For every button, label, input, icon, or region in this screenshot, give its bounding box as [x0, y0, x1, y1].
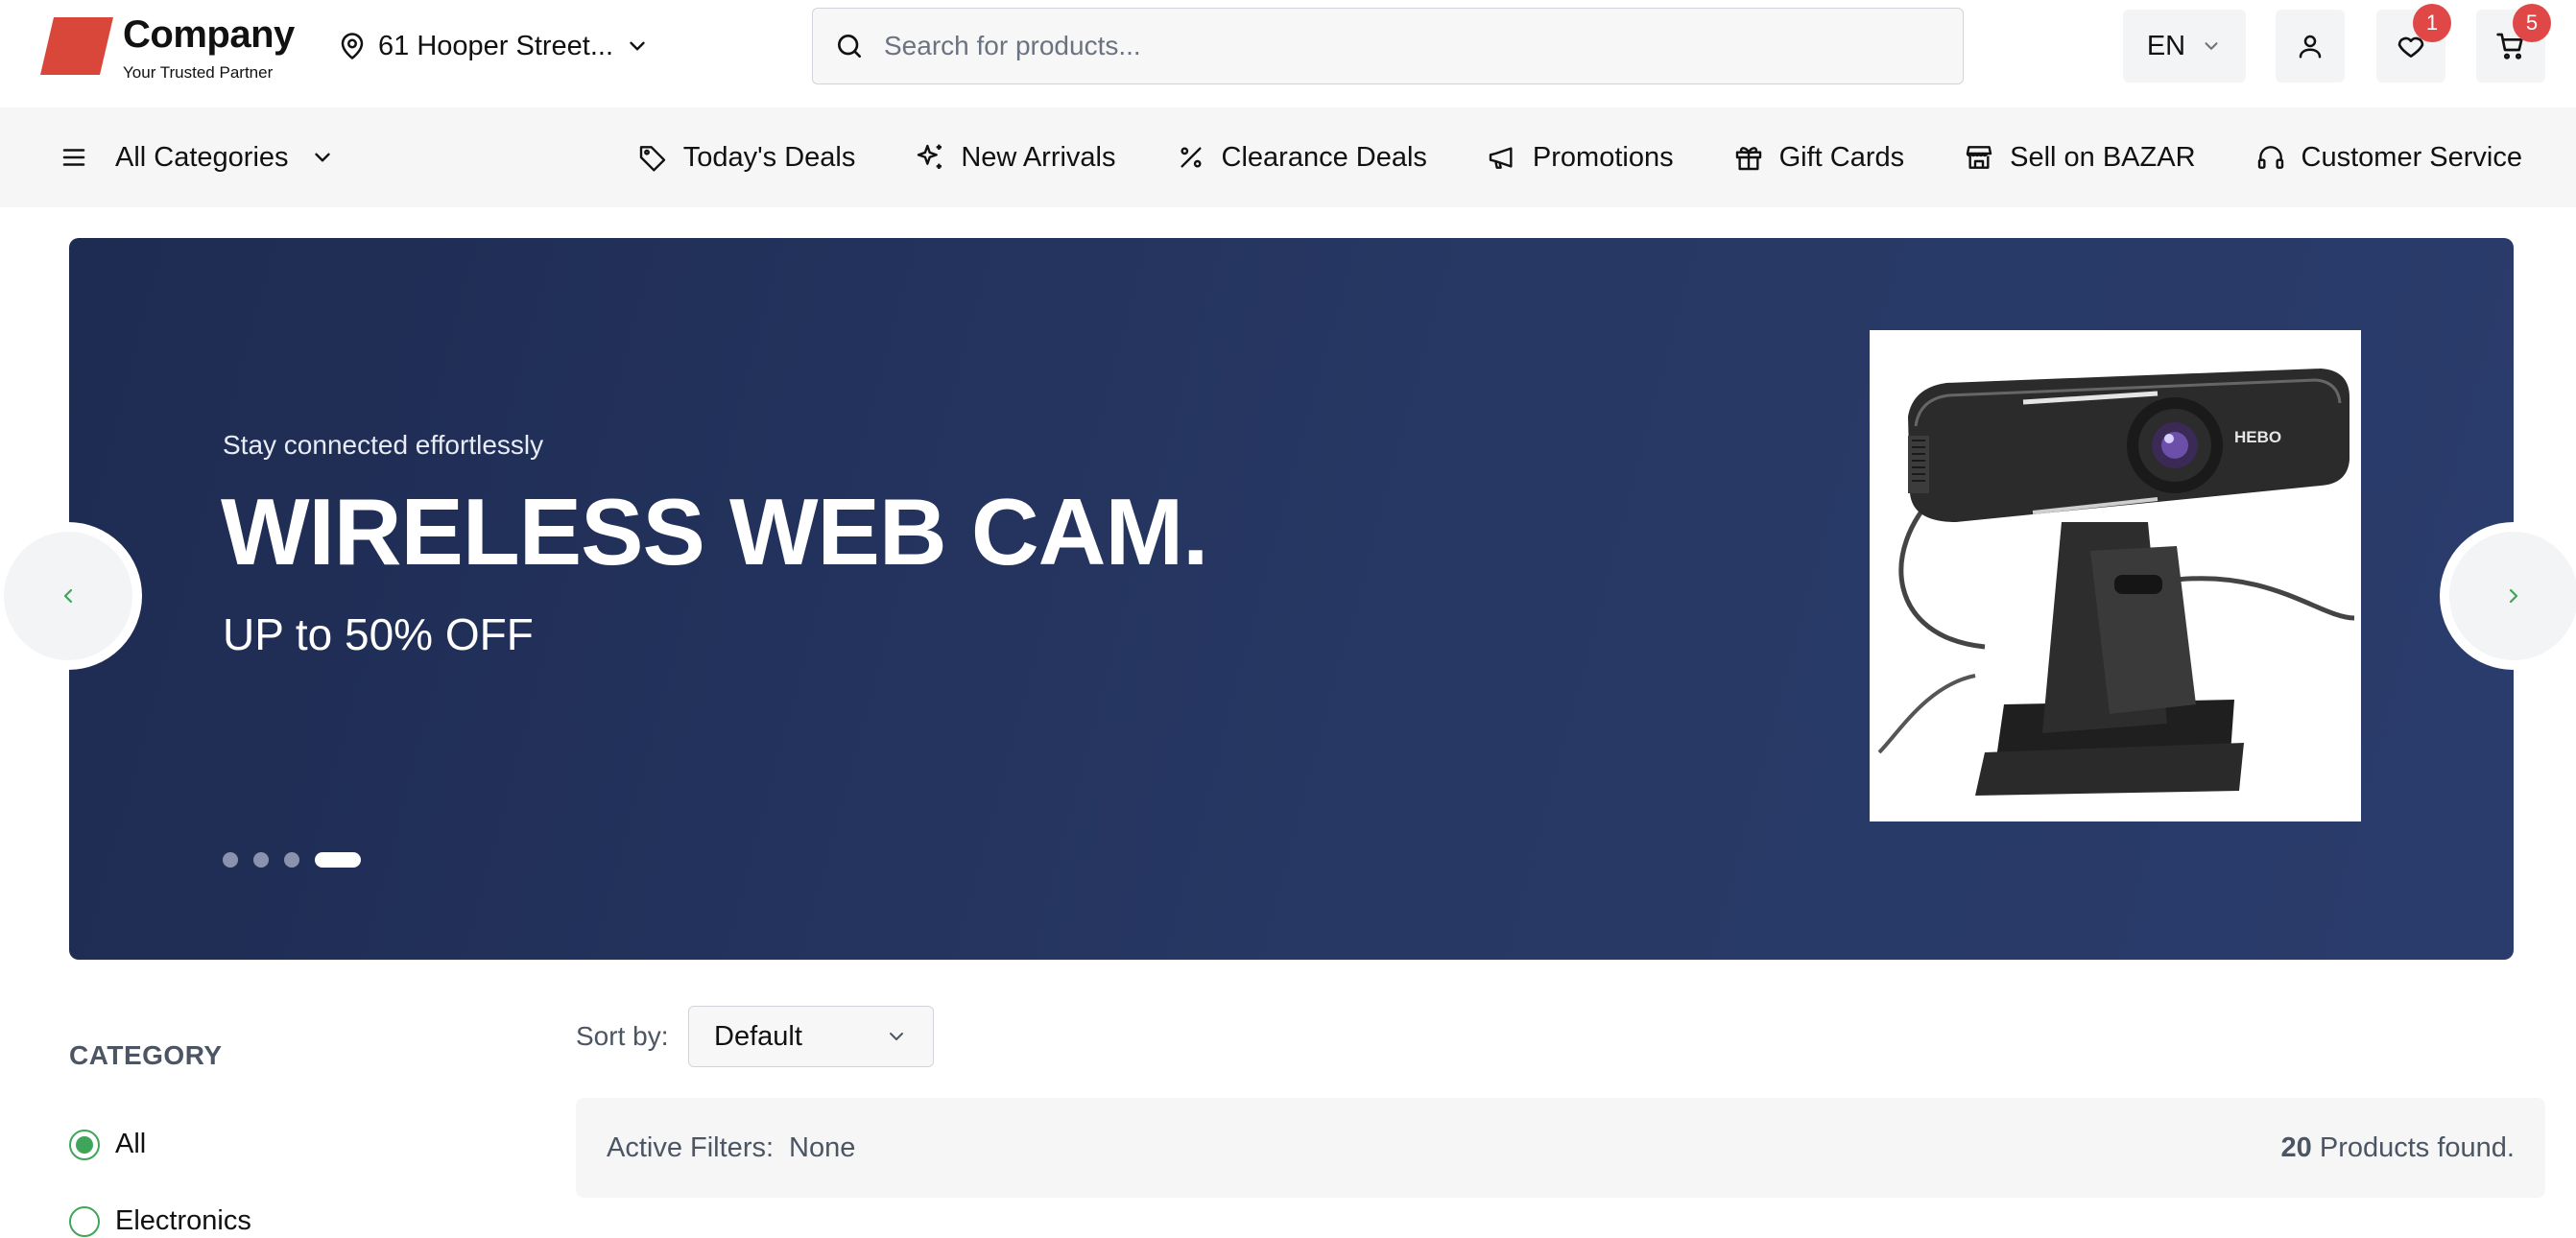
header: Company Your Trusted Partner 61 Hooper S…	[0, 0, 2576, 107]
nav-link-label: Sell on BAZAR	[2010, 141, 2196, 173]
products-found-label: Products found.	[2319, 1132, 2515, 1163]
category-option-electronics[interactable]: Electronics	[69, 1205, 251, 1237]
active-filters-label: Active Filters:	[607, 1132, 775, 1163]
active-filters-bar: Active Filters: None 20 Products found.	[576, 1098, 2545, 1198]
category-navbar: All Categories Today's Deals New Arrival…	[0, 107, 2576, 207]
tag-icon	[639, 146, 665, 172]
language-selector[interactable]: EN	[2123, 10, 2246, 83]
hero-title: WIRELESS WEB CAM.	[221, 479, 1208, 584]
megaphone-icon	[1489, 147, 1513, 169]
nav-link-label: Clearance Deals	[1221, 141, 1427, 173]
radio-selected[interactable]	[69, 1129, 100, 1160]
wishlist-button[interactable]: 1	[2376, 4, 2451, 83]
logo[interactable]: Company Your Trusted Partner	[38, 13, 309, 84]
search-icon[interactable]	[834, 31, 865, 61]
sort-value: Default	[714, 1020, 802, 1052]
category-option-label: All	[115, 1129, 147, 1159]
store-icon	[1966, 146, 1992, 169]
language-code: EN	[2146, 30, 2186, 61]
nav-link-label: Customer Service	[2301, 141, 2522, 173]
user-icon	[2299, 35, 2322, 59]
category-option-label: Electronics	[115, 1205, 251, 1236]
sort-select[interactable]: Default	[688, 1006, 934, 1067]
sort-label: Sort by:	[576, 1021, 669, 1051]
nav-link-todays-deals[interactable]: Today's Deals	[637, 141, 856, 174]
location-text: 61 Hooper Street...	[378, 30, 614, 61]
headset-icon	[2257, 146, 2283, 169]
chevron-right-icon	[2509, 588, 2518, 604]
hero-offer: UP to 50% OFF	[223, 609, 534, 659]
products-found: 20 Products found.	[2281, 1132, 2515, 1164]
chevron-down-icon	[314, 153, 330, 162]
account-button[interactable]	[2276, 10, 2345, 83]
sparkles-icon	[918, 144, 942, 169]
category-option-all[interactable]: All	[69, 1129, 146, 1160]
carousel-dot[interactable]	[253, 852, 269, 868]
cart-button[interactable]: 5	[2476, 4, 2551, 83]
chevron-down-icon	[2205, 42, 2218, 50]
nav-link-sell-on-bazar[interactable]: Sell on BAZAR	[1964, 141, 2196, 174]
chevron-left-icon	[63, 588, 73, 604]
category-filter-title: CATEGORY	[69, 1040, 223, 1070]
nav-link-label: Today's Deals	[682, 141, 856, 173]
carousel-prev-button[interactable]	[0, 522, 142, 670]
gift-icon	[1735, 147, 1761, 171]
carousel-dot[interactable]	[223, 852, 238, 868]
hero-product-image: HEBO	[1870, 330, 2361, 821]
carousel-indicators	[223, 852, 361, 868]
nav-link-label: New Arrivals	[961, 141, 1116, 173]
chevron-down-icon	[890, 1033, 903, 1040]
wishlist-count-badge: 1	[2413, 4, 2451, 42]
products-count: 20	[2280, 1132, 2312, 1163]
all-categories-dropdown[interactable]: All Categories	[60, 107, 335, 207]
nav-link-clearance-deals[interactable]: Clearance Deals	[1176, 142, 1427, 174]
nav-links: Today's Deals New Arrivals Clearance Dea…	[637, 107, 2522, 207]
brand-tagline: Your Trusted Partner	[123, 63, 274, 82]
carousel-dot-active[interactable]	[315, 852, 361, 868]
product-brand-text: HEBO	[2234, 428, 2281, 446]
radio-unselected[interactable]	[69, 1205, 100, 1237]
webcam-image: HEBO	[1877, 369, 2355, 796]
search-input[interactable]	[884, 31, 1920, 61]
active-filters-value: None	[789, 1132, 856, 1163]
menu-icon	[62, 149, 85, 166]
percent-icon	[1180, 147, 1202, 168]
map-pin-icon	[341, 33, 364, 60]
nav-link-label: Gift Cards	[1778, 141, 1905, 173]
search-bar	[812, 8, 1964, 84]
nav-link-gift-cards[interactable]: Gift Cards	[1733, 141, 1905, 174]
chevron-down-icon	[630, 41, 645, 51]
hero-banner[interactable]: Stay connected effortlessly WIRELESS WEB…	[69, 238, 2514, 960]
logo-mark-icon	[40, 17, 113, 75]
nav-link-customer-service[interactable]: Customer Service	[2255, 142, 2522, 174]
nav-link-label: Promotions	[1532, 141, 1674, 173]
nav-link-promotions[interactable]: Promotions	[1487, 142, 1674, 174]
all-categories-label: All Categories	[115, 141, 289, 173]
carousel-dot[interactable]	[284, 852, 299, 868]
hero-subtitle: Stay connected effortlessly	[223, 430, 544, 460]
cart-count-badge: 5	[2513, 4, 2551, 42]
brand-name: Company	[123, 13, 295, 56]
nav-link-new-arrivals[interactable]: New Arrivals	[915, 141, 1116, 174]
carousel-next-button[interactable]	[2440, 522, 2576, 670]
delivery-location-selector[interactable]: 61 Hooper Street...	[338, 23, 650, 69]
